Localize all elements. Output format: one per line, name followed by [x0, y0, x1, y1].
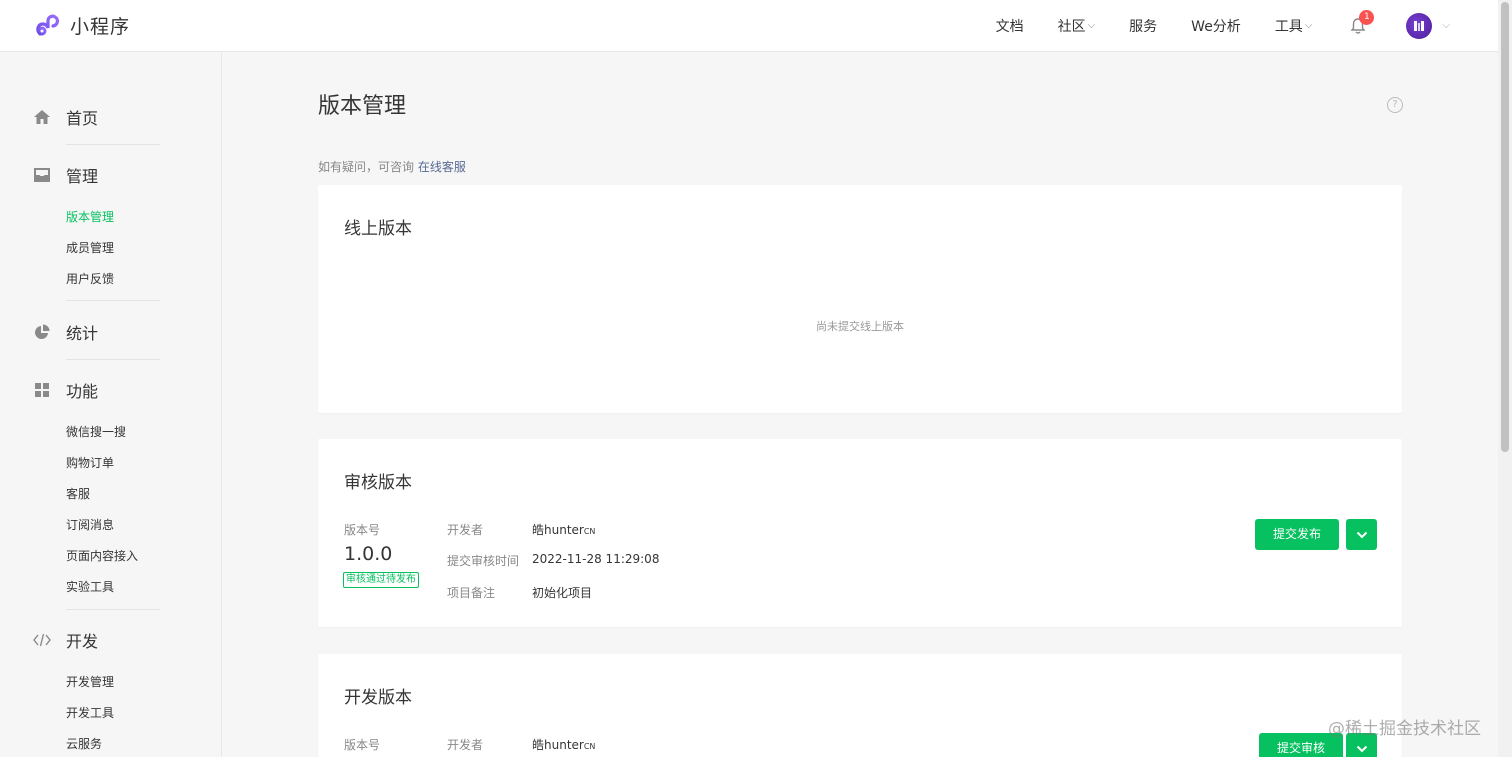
- submit-release-button[interactable]: 提交发布: [1255, 519, 1339, 550]
- developer-value: 皓hunterCN: [532, 736, 595, 753]
- status-badge: 审核通过待发布: [343, 572, 419, 588]
- developer-value: 皓hunterCN: [532, 521, 595, 538]
- grid-icon: [35, 383, 49, 397]
- avatar: [1406, 12, 1433, 39]
- sidebar-item-manage[interactable]: 管理: [33, 164, 98, 186]
- consult-hint: 如有疑问，可咨询 在线客服: [318, 158, 466, 175]
- divider: [66, 144, 160, 145]
- nav-services[interactable]: 服务: [1129, 16, 1157, 36]
- sidebar-item-version-management[interactable]: 版本管理: [66, 209, 114, 225]
- scrollbar-thumb[interactable]: [1501, 2, 1509, 452]
- sidebar-item-label: 开发: [66, 632, 99, 651]
- online-service-link[interactable]: 在线客服: [418, 160, 466, 174]
- brand-name: 小程序: [70, 16, 131, 38]
- help-icon[interactable]: ?: [1387, 97, 1403, 113]
- code-icon: [33, 633, 51, 647]
- sidebar-item-label: 统计: [66, 324, 99, 343]
- version-number: 1.0.0: [344, 543, 393, 565]
- version-label: 版本号: [344, 523, 381, 537]
- version-label: 版本号: [344, 738, 381, 752]
- nav-community-label: 社区: [1057, 18, 1086, 35]
- top-bar: 小程序 文档 社区 ⌵ 服务 We分析 工具 ⌵ 1 ⌵: [0, 0, 1498, 52]
- watermark: @稀土掘金技术社区: [1328, 719, 1481, 739]
- sidebar-item-customer-service[interactable]: 客服: [66, 486, 90, 502]
- empty-tip: 尚未提交线上版本: [816, 320, 904, 333]
- developer-name: 皓hunter: [532, 738, 584, 752]
- developer-suffix: CN: [583, 742, 596, 751]
- chevron-down-icon: ⌵: [1087, 20, 1096, 31]
- sidebar-item-subscribe-messages[interactable]: 订阅消息: [66, 517, 114, 533]
- submit-time-value: 2022-11-28 11:29:08: [532, 552, 660, 566]
- developer-name: 皓hunter: [532, 523, 584, 537]
- online-version-card: 线上版本 尚未提交线上版本: [318, 185, 1402, 413]
- chevron-down-icon: [1356, 745, 1367, 752]
- nav-services-label: 服务: [1129, 18, 1158, 35]
- sidebar-item-member-management[interactable]: 成员管理: [66, 240, 114, 256]
- nav-tools[interactable]: 工具 ⌵: [1275, 16, 1313, 36]
- chevron-down-icon: ⌵: [1304, 20, 1313, 31]
- card-title: 开发版本: [344, 688, 412, 708]
- nav-docs[interactable]: 文档: [996, 16, 1024, 36]
- sidebar-item-develop[interactable]: 开发: [33, 629, 98, 651]
- sidebar-item-statistics[interactable]: 统计: [33, 321, 98, 343]
- sidebar-item-page-content[interactable]: 页面内容接入: [66, 548, 138, 564]
- sidebar-item-label: 功能: [66, 382, 99, 401]
- developer-label: 开发者: [447, 738, 484, 752]
- sidebar-item-home[interactable]: 首页: [33, 106, 98, 128]
- sidebar-item-features[interactable]: 功能: [33, 379, 98, 401]
- divider: [66, 609, 160, 610]
- sidebar-item-label: 管理: [66, 167, 99, 186]
- sidebar-item-cloud-service[interactable]: 云服务: [66, 736, 102, 752]
- nav-we-analytics[interactable]: We分析: [1191, 16, 1241, 36]
- inbox-icon: [34, 168, 50, 182]
- top-nav: 文档 社区 ⌵ 服务 We分析 工具 ⌵ 1 ⌵: [962, 0, 1450, 52]
- dev-version-card: 开发版本 版本号 开发者 皓hunterCN 提交审核: [318, 654, 1402, 757]
- avatar-logo-icon: [1414, 20, 1425, 31]
- remark-label: 项目备注: [447, 586, 496, 600]
- sidebar-item-label: 首页: [66, 109, 99, 128]
- mini-program-logo-icon: [36, 14, 60, 36]
- sidebar: 首页 管理 版本管理 成员管理 用户反馈 统计 功能 微信搜一搜 购物订单 客服…: [0, 53, 222, 757]
- notification-badge: 1: [1359, 9, 1375, 25]
- notification-button[interactable]: 1: [1350, 9, 1375, 35]
- sidebar-item-dev-tools[interactable]: 开发工具: [66, 705, 114, 721]
- remark-value: 初始化项目: [532, 586, 593, 600]
- developer-suffix: CN: [583, 527, 596, 536]
- sidebar-item-wechat-search[interactable]: 微信搜一搜: [66, 424, 126, 440]
- sidebar-item-user-feedback[interactable]: 用户反馈: [66, 271, 114, 287]
- page-title: 版本管理: [318, 94, 407, 119]
- more-actions-button[interactable]: [1346, 519, 1377, 550]
- divider: [66, 359, 160, 360]
- sidebar-item-experiment-tools[interactable]: 实验工具: [66, 579, 114, 595]
- chevron-down-icon: ⌵: [1442, 20, 1450, 31]
- pie-chart-icon: [35, 324, 50, 339]
- scrollbar[interactable]: [1498, 0, 1512, 757]
- nav-we-analytics-label: We分析: [1191, 18, 1241, 35]
- consult-text: 如有疑问，可咨询: [318, 160, 415, 174]
- review-version-card: 审核版本 版本号 1.0.0 审核通过待发布 开发者 皓hunterCN 提交审…: [318, 439, 1402, 627]
- sidebar-item-shopping-orders[interactable]: 购物订单: [66, 455, 114, 471]
- nav-docs-label: 文档: [995, 18, 1024, 35]
- sidebar-item-dev-management[interactable]: 开发管理: [66, 674, 114, 690]
- nav-tools-label: 工具: [1274, 18, 1303, 35]
- brand[interactable]: 小程序: [34, 12, 130, 40]
- chevron-down-icon: [1356, 531, 1367, 538]
- card-title: 线上版本: [344, 219, 412, 239]
- divider: [66, 300, 160, 301]
- card-title: 审核版本: [344, 473, 412, 493]
- nav-community[interactable]: 社区 ⌵: [1058, 16, 1096, 36]
- account-menu[interactable]: ⌵: [1406, 12, 1450, 39]
- submit-time-label: 提交审核时间: [447, 554, 520, 568]
- home-icon: [34, 110, 50, 124]
- developer-label: 开发者: [447, 523, 484, 537]
